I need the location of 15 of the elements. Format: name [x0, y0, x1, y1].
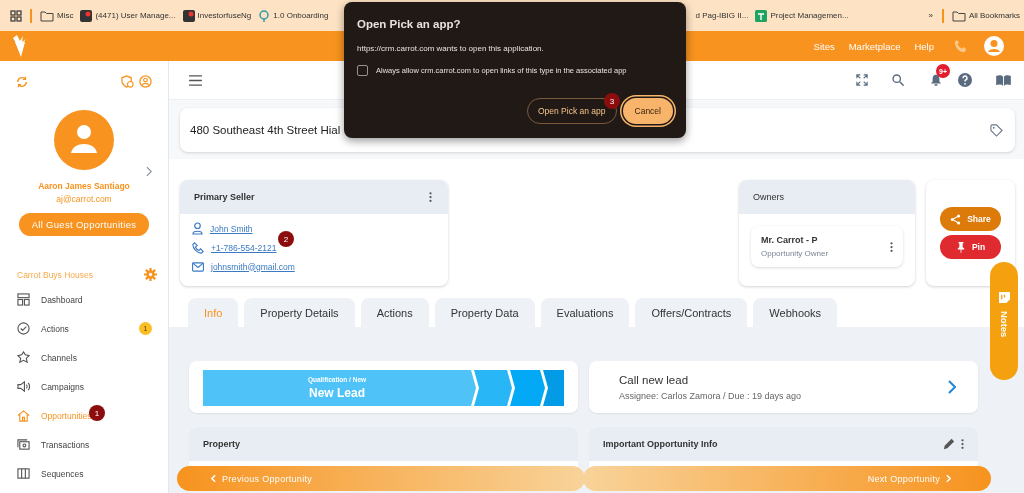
card-title: Primary Seller: [194, 192, 255, 202]
card-title: Owners: [753, 192, 784, 202]
user-name: Aaron James Santiago: [38, 181, 130, 191]
section-title: Carrot Buys Houses: [17, 269, 94, 280]
dialog-message: https://crm.carrot.com wants to open this application.: [357, 44, 545, 53]
owner-name: Mr. Carrot - P: [761, 235, 819, 245]
panel-title: Important Opportunity Info: [603, 439, 718, 449]
property-address: 480 Southeast 4th Street Hial: [190, 124, 341, 136]
panel-title: Property: [203, 439, 240, 449]
task-details: Assignee: Carlos Zamora / Due : 19 days ago: [619, 390, 803, 401]
stage-name: New Lead: [309, 386, 365, 400]
task-title: Call new lead: [619, 373, 690, 386]
dialog-title: Open Pick an app?: [357, 18, 462, 30]
user-email: aj@carrot.com: [56, 194, 112, 204]
owner-role: Opportunity Owner: [761, 249, 829, 258]
